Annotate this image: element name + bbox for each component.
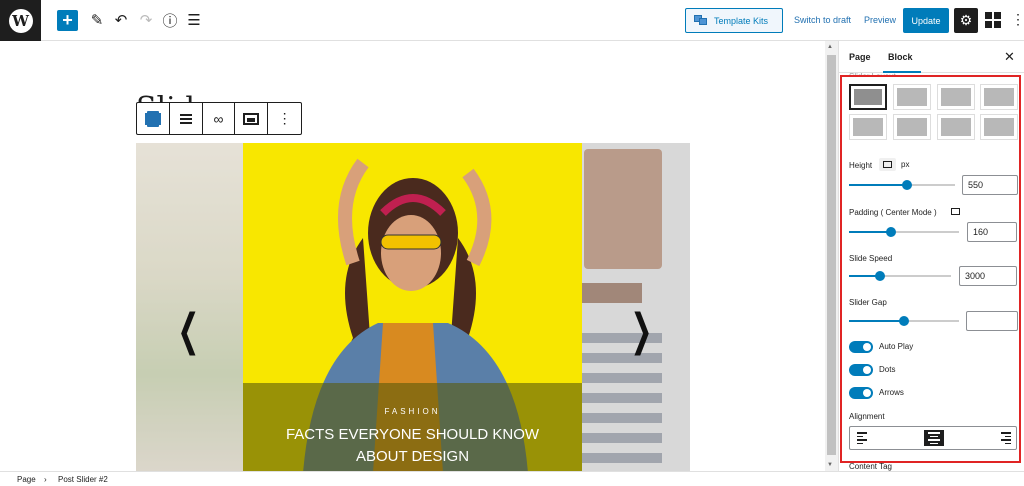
pencil-icon[interactable]: ✎ bbox=[88, 9, 106, 31]
scroll-down-icon[interactable]: ▼ bbox=[827, 462, 833, 468]
update-button[interactable]: Update bbox=[903, 8, 949, 33]
breadcrumb-block[interactable]: Post Slider #2 bbox=[58, 475, 108, 484]
blocks-icon[interactable] bbox=[983, 9, 1003, 31]
link-icon[interactable]: ∞ bbox=[203, 103, 236, 134]
tab-block[interactable]: Block bbox=[888, 52, 913, 62]
tab-page[interactable]: Page bbox=[849, 52, 871, 62]
template-kits-label: Template Kits bbox=[714, 15, 769, 26]
redo-icon[interactable]: ↷ bbox=[137, 9, 155, 31]
breadcrumb-page[interactable]: Page bbox=[17, 475, 36, 484]
template-kits-icon bbox=[694, 15, 708, 26]
editor-canvas: Slid ∞ ⋮ bbox=[0, 41, 825, 471]
chevron-left-icon[interactable]: ❮ bbox=[177, 309, 199, 353]
align-button[interactable] bbox=[170, 103, 203, 134]
align-icon bbox=[179, 113, 192, 124]
more-vertical-icon[interactable]: ⋮ bbox=[1011, 11, 1024, 28]
wordpress-icon: W bbox=[8, 8, 33, 33]
post-slider: ❮ ❯ FASHION FACTS EVERYONE SHOULD KNOW A… bbox=[136, 143, 690, 471]
image-icon bbox=[243, 112, 260, 125]
highlight-annotation bbox=[840, 75, 1021, 463]
block-type-button[interactable] bbox=[137, 103, 170, 134]
close-icon[interactable]: ✕ bbox=[1004, 49, 1015, 65]
template-kits-button[interactable]: Template Kits bbox=[685, 8, 783, 33]
chevron-right-icon: › bbox=[44, 475, 47, 484]
undo-icon[interactable]: ↶ bbox=[112, 9, 130, 31]
info-icon[interactable]: ⓘ bbox=[161, 9, 179, 31]
content-tag-label: Content Tag bbox=[849, 462, 892, 471]
slide-title[interactable]: FACTS EVERYONE SHOULD KNOW ABOUT DESIGN bbox=[243, 424, 582, 468]
scrollbar-thumb[interactable] bbox=[827, 55, 836, 455]
chevron-right-icon[interactable]: ❯ bbox=[630, 309, 652, 353]
more-vertical-icon[interactable]: ⋮ bbox=[268, 103, 301, 134]
block-toolbar: ∞ ⋮ bbox=[136, 102, 302, 135]
breadcrumb: Page › Post Slider #2 bbox=[0, 471, 1024, 486]
slide-caption: FASHION FACTS EVERYONE SHOULD KNOW ABOUT… bbox=[243, 383, 582, 471]
scroll-up-icon[interactable]: ▲ bbox=[827, 44, 833, 50]
slide-category[interactable]: FASHION bbox=[243, 407, 582, 416]
list-view-icon[interactable]: ☰ bbox=[185, 9, 203, 31]
add-block-button[interactable]: + bbox=[57, 10, 78, 31]
replace-image-button[interactable] bbox=[235, 103, 269, 134]
slider-icon bbox=[146, 110, 159, 127]
editor-topbar: W + ✎ ↶ ↷ ⓘ ☰ Template Kits Switch to dr… bbox=[0, 0, 1024, 41]
gear-icon[interactable]: ⚙ bbox=[954, 8, 978, 33]
switch-to-draft-link[interactable]: Switch to draft bbox=[794, 15, 851, 25]
sidebar-tabs: Page Block ✕ bbox=[839, 41, 1024, 73]
wordpress-logo-button[interactable]: W bbox=[0, 0, 41, 41]
preview-link[interactable]: Preview bbox=[864, 15, 896, 25]
